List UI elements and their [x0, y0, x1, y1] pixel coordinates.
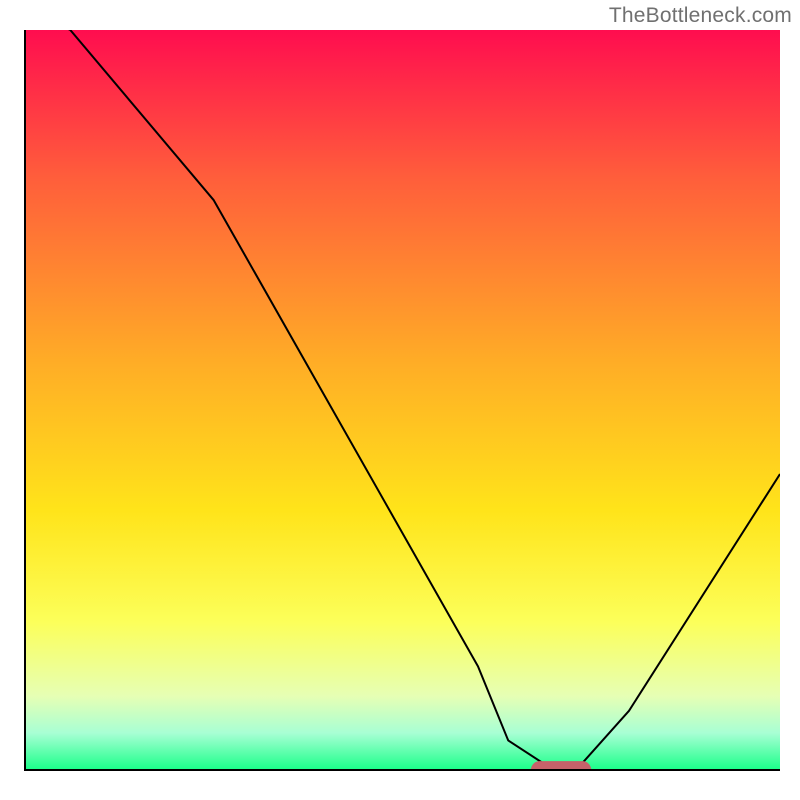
bottleneck-chart [0, 0, 800, 800]
watermark-text: TheBottleneck.com [609, 4, 792, 28]
chart-background-gradient [25, 30, 780, 770]
chart-container: TheBottleneck.com [0, 0, 800, 800]
